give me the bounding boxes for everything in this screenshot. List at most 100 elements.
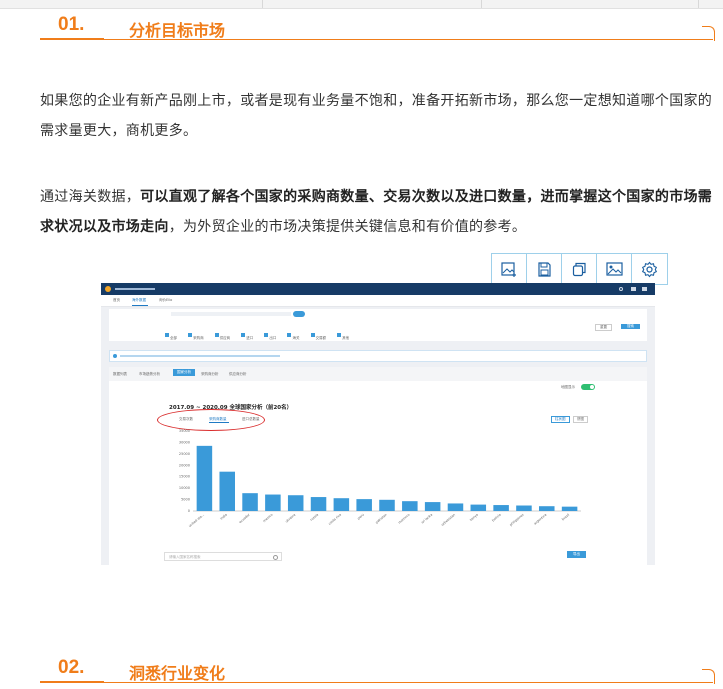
chart-bar[interactable] [310,497,327,511]
section-title: 洞悉行业变化 [129,664,226,683]
chart-bar[interactable] [379,499,395,511]
x-tick-label: sri lanka [420,513,433,525]
chart-bar[interactable] [539,506,555,511]
menu-icon[interactable] [642,287,647,291]
section-corner [702,26,715,41]
y-tick-label: 35000 [179,429,190,433]
y-tick-label: 0 [188,509,190,513]
section-number-underline [40,38,104,40]
checkbox-icon[interactable] [188,332,193,337]
tab-1[interactable] [0,0,263,8]
filter-option: 出口 [269,336,277,340]
reset-button[interactable]: 重置 [595,324,612,331]
section-divider [104,39,713,40]
chart-bar[interactable] [516,505,532,511]
user-icon[interactable] [631,287,636,291]
report-tab[interactable]: 供应商分析 [229,372,247,377]
y-tick-label: 5000 [181,498,190,502]
filter-options: 全部 采购商 供应商 进口 出口 海关 交易额 其他 [165,324,349,343]
report-tab[interactable]: 市场趋势分析 [139,372,160,377]
nav-tab-overseas[interactable]: 海外数据 [132,298,146,303]
info-text-placeholder [120,355,280,357]
checkbox-icon[interactable] [165,332,169,337]
report-tabs: 数据列表 市场趋势分析 国家分析 采购商分析 供应商分析 [109,367,647,381]
chart-bar[interactable] [242,493,258,511]
chart-bar[interactable] [402,501,418,511]
filter-option: 其他 [342,336,350,340]
settings-icon[interactable] [632,254,667,284]
chart-bar[interactable] [333,498,350,511]
x-tick-label: morocco [397,513,410,525]
filter-option: 全部 [170,336,177,340]
report-tab[interactable]: 数据列表 [113,372,127,377]
chart-bar[interactable] [265,494,281,511]
x-tick-label: argentina [533,513,547,526]
x-tick-label: peru [357,513,365,521]
nav-active-indicator [132,305,148,306]
checkbox-icon[interactable] [241,332,246,337]
filter-row-1 [171,312,291,316]
search-button[interactable]: 搜索 [621,324,640,329]
save-icon[interactable] [527,254,562,284]
chart-bar[interactable] [424,502,441,511]
filter-panel: 全部 采购商 供应商 进口 出口 海关 交易额 其他 重置 搜索 [109,309,647,341]
checkbox-icon[interactable] [214,332,219,337]
nav-tab-ello[interactable]: 询价Ello [159,298,172,303]
filter-pill[interactable] [293,311,305,317]
paragraph-lead: 通过海关数据， [40,189,141,205]
chart-bar[interactable] [561,506,578,511]
chart-bar[interactable] [470,504,487,511]
info-banner [109,350,647,362]
x-tick-label: ecuador [238,512,251,524]
filter-option: 进口 [246,336,254,340]
x-tick-label: costa rica [328,513,342,526]
tab-3[interactable] [482,0,699,8]
bar-chart: 0 5000 10000 15000 20000 25000 30000 35000 unite… [179,429,581,528]
image-add-icon[interactable] [492,254,527,284]
checkbox-icon[interactable] [310,332,315,337]
x-tick-label: mexico [262,513,273,523]
x-tick-label: united sta... [188,513,205,528]
export-button[interactable]: 导出 [567,551,586,558]
country-search-input[interactable]: 请输入国家名称搜索 [164,552,282,561]
customs-data-screenshot: 首页 海外数据 询价Ello 全部 采购商 供应商 进口 出口 海关 交易额 其… [101,283,655,565]
report-tab-active[interactable]: 国家分析 [173,369,195,376]
paragraph-tail: ，为外贸企业的市场决策提供关键信息和有价值的参考。 [168,219,527,235]
x-tick-label: russia [309,513,319,522]
image-toolbar [491,253,668,285]
section-title: 分析目标市场 [129,21,226,40]
x-tick-label: pakistan [375,513,388,525]
x-tick-label: uzbekistan [440,513,456,527]
help-icon[interactable] [619,287,623,291]
checkbox-icon[interactable] [337,332,342,337]
y-tick-label: 25000 [179,452,190,456]
x-tick-label: kenya [469,513,479,522]
x-tick-label: brazil [561,513,570,522]
chart-bar[interactable] [196,445,213,511]
app-logo-icon [105,286,111,292]
filter-option: 交易额 [315,336,327,340]
chart-card: 地图显示 2017.09 ~ 2020.09 全球国家分析（前20名） 交易次数… [109,381,647,565]
y-tick-label: 10000 [179,486,190,490]
checkbox-icon[interactable] [287,332,292,337]
image-icon[interactable] [597,254,632,284]
chart-bar[interactable] [356,499,372,511]
copy-icon[interactable] [562,254,597,284]
paragraph-market: 如果您的企业有新产品刚上市，或者是现有业务量不饱和，准备开拓新市场，那么您一定想… [40,93,713,139]
section-number-underline [40,681,104,683]
country-search-placeholder: 请输入国家名称搜索 [169,555,201,559]
x-tick-label: india [219,513,228,521]
chart-bar[interactable] [493,505,509,511]
section-divider [104,682,713,683]
chart-bar[interactable] [287,495,304,511]
section-number: 01. [58,14,85,35]
app-nav: 首页 海外数据 询价Ello [101,295,655,307]
chart-bar[interactable] [447,503,464,511]
chart-bar[interactable] [219,471,235,511]
filter-option: 采购商 [193,336,204,340]
report-tab[interactable]: 采购商分析 [201,372,219,377]
search-icon [273,555,278,560]
checkbox-icon[interactable] [264,332,269,337]
tab-2[interactable] [263,0,482,8]
nav-tab-home[interactable]: 首页 [113,298,120,303]
